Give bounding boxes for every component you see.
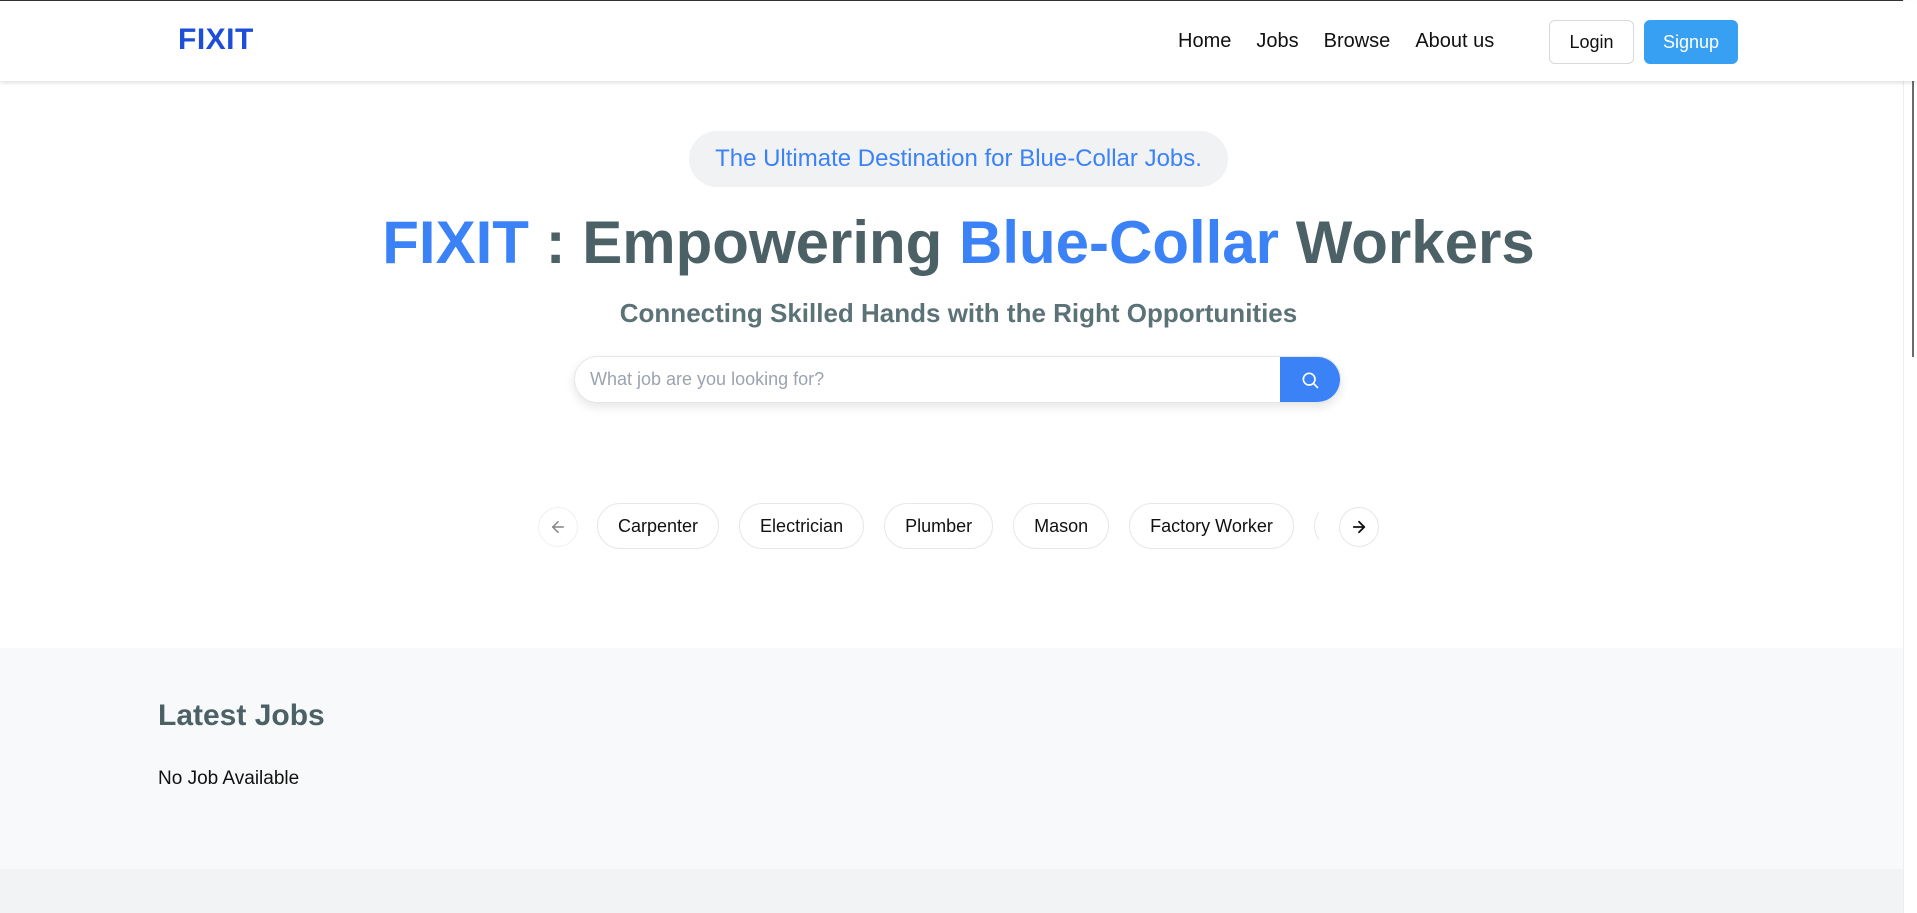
latest-jobs-section: Latest Jobs No Job Available xyxy=(0,648,1917,869)
category-chip-mason[interactable]: Mason xyxy=(1013,503,1110,549)
carousel-prev-button[interactable] xyxy=(538,507,578,547)
category-carousel: Carpenter Electrician Plumber Mason Fact… xyxy=(538,503,1379,549)
login-button[interactable]: Login xyxy=(1549,20,1634,64)
category-chip-partial[interactable]: I xyxy=(1313,503,1319,549)
nav-link-jobs[interactable]: Jobs xyxy=(1256,30,1298,53)
signup-button[interactable]: Signup xyxy=(1644,20,1738,64)
latest-jobs-title: Latest Jobs xyxy=(158,699,325,732)
tagline-pill: The Ultimate Destination for Blue-Collar… xyxy=(689,131,1228,187)
headline-separator: : xyxy=(528,209,583,276)
carousel-next-button[interactable] xyxy=(1339,507,1379,547)
page-scrollbar[interactable] xyxy=(1903,0,1917,913)
arrow-right-icon xyxy=(1352,520,1366,534)
headline-part2: Workers xyxy=(1279,209,1535,276)
nav-link-browse[interactable]: Browse xyxy=(1324,30,1391,53)
footer-strip xyxy=(0,869,1917,913)
no-jobs-message: No Job Available xyxy=(158,768,300,789)
category-chip-electrician[interactable]: Electrician xyxy=(739,503,865,549)
site-logo[interactable]: FIXIT xyxy=(178,23,254,57)
page-title: FIXIT : Empowering Blue-Collar Workers xyxy=(0,208,1917,277)
headline-part1: Empowering xyxy=(582,209,959,276)
category-chip-factory-worker[interactable]: Factory Worker xyxy=(1129,503,1294,549)
category-chip-plumber[interactable]: Plumber xyxy=(884,503,994,549)
category-chip-carpenter[interactable]: Carpenter xyxy=(597,503,720,549)
headline-brand: FIXIT xyxy=(382,209,529,276)
nav-link-home[interactable]: Home xyxy=(1178,30,1231,53)
headline-highlight: Blue-Collar xyxy=(958,209,1280,276)
subheadline: Connecting Skilled Hands with the Right … xyxy=(619,298,1298,328)
nav-link-about-us[interactable]: About us xyxy=(1415,30,1494,53)
arrow-left-icon xyxy=(552,521,564,533)
search-icon xyxy=(1302,372,1319,388)
search-button[interactable] xyxy=(1280,357,1340,402)
nav-links: Home Jobs Browse About us xyxy=(1178,30,1494,53)
search-input[interactable] xyxy=(575,357,1282,402)
navbar: FIXIT Home Jobs Browse About us Login Si… xyxy=(0,1,1917,81)
search-bar xyxy=(574,356,1341,403)
category-chips-viewport: Carpenter Electrician Plumber Mason Fact… xyxy=(597,503,1319,549)
category-chips: Carpenter Electrician Plumber Mason Fact… xyxy=(597,503,1319,549)
